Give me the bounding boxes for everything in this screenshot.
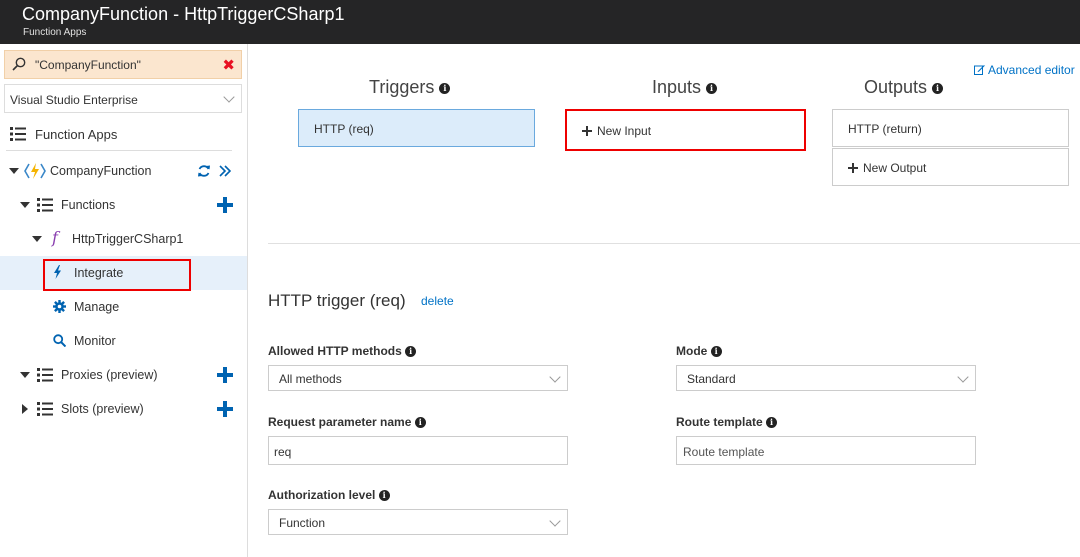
list-icon <box>37 368 53 382</box>
plus-icon <box>848 163 858 173</box>
expand-icon[interactable] <box>20 372 30 378</box>
chevron-down-icon <box>223 91 235 103</box>
tree-item-functions[interactable]: Functions <box>0 188 247 222</box>
chevron-down-icon <box>549 515 561 527</box>
info-icon[interactable]: i <box>378 490 390 502</box>
trigger-item-label: HTTP (req) <box>314 122 374 136</box>
info-icon[interactable]: i <box>710 346 722 358</box>
info-icon[interactable]: i <box>414 417 426 429</box>
mode-label-text: Mode <box>676 344 708 358</box>
add-function-icon[interactable] <box>217 197 233 213</box>
page-subtitle: Function Apps <box>23 27 87 38</box>
function-apps-label: Function Apps <box>35 127 118 142</box>
auth-select[interactable]: Function <box>268 509 568 535</box>
info-icon[interactable]: i <box>932 82 944 94</box>
delete-link[interactable]: delete <box>421 294 454 308</box>
gear-icon <box>53 300 66 313</box>
param-value: req <box>274 445 292 459</box>
route-label: Route template i <box>676 415 778 429</box>
methods-label: Allowed HTTP methods i <box>268 344 417 358</box>
advanced-editor-link[interactable]: Advanced editor <box>974 63 1075 77</box>
outputs-heading-text: Outputs <box>864 77 928 97</box>
triggers-heading: Triggers i <box>369 77 451 98</box>
function-f-icon: f <box>52 228 58 247</box>
expand-icon[interactable] <box>9 168 19 174</box>
edit-icon <box>974 65 985 75</box>
search-filter-box[interactable]: "CompanyFunction" ✖ <box>4 50 242 79</box>
integrate-highlight-box <box>43 259 191 291</box>
section-divider <box>268 243 1080 244</box>
mode-select[interactable]: Standard <box>676 365 976 391</box>
page-title: CompanyFunction - HttpTriggerCSharp1 <box>22 4 345 24</box>
proxies-label: Proxies (preview) <box>61 368 158 382</box>
list-icon <box>37 198 53 212</box>
auth-label: Authorization level i <box>268 488 390 502</box>
triggers-heading-text: Triggers <box>369 77 435 97</box>
output-item-label: HTTP (return) <box>848 122 922 136</box>
new-output-button[interactable]: New Output <box>832 148 1069 186</box>
info-icon[interactable]: i <box>405 346 417 358</box>
info-icon[interactable]: i <box>439 82 451 94</box>
expand-icon[interactable] <box>32 236 42 242</box>
magnifier-icon <box>53 334 66 347</box>
info-icon[interactable]: i <box>706 82 718 94</box>
route-placeholder: Route template <box>683 445 765 459</box>
function-app-icon <box>24 163 46 179</box>
new-output-label: New Output <box>863 161 927 175</box>
search-icon <box>12 57 26 71</box>
monitor-label: Monitor <box>74 334 116 348</box>
param-input[interactable]: req <box>268 436 568 465</box>
expand-icon[interactable] <box>20 202 30 208</box>
section-title: HTTP trigger (req) <box>268 291 406 310</box>
inputs-heading: Inputs i <box>652 77 718 98</box>
route-label-text: Route template <box>676 415 763 429</box>
tree-item-slots[interactable]: Slots (preview) <box>0 392 247 426</box>
route-input[interactable]: Route template <box>676 436 976 465</box>
tree-item-monitor[interactable]: Monitor <box>0 324 247 358</box>
inputs-heading-text: Inputs <box>652 77 702 97</box>
divider <box>6 150 232 151</box>
new-output-content: New Output <box>848 161 926 175</box>
collapse-icon[interactable] <box>22 404 28 414</box>
trigger-http-req[interactable]: HTTP (req) <box>298 109 535 147</box>
refresh-icon[interactable] <box>197 164 211 178</box>
add-proxy-icon[interactable] <box>217 367 233 383</box>
manage-label: Manage <box>74 300 120 314</box>
param-label: Request parameter name i <box>268 415 426 429</box>
methods-value: All methods <box>279 372 342 386</box>
functions-label: Functions <box>61 198 116 212</box>
tree-item-manage[interactable]: Manage <box>0 290 247 324</box>
double-chevron-right-icon[interactable] <box>219 165 231 177</box>
output-http-return[interactable]: HTTP (return) <box>832 109 1069 147</box>
search-input[interactable]: "CompanyFunction" <box>35 58 141 72</box>
sidebar: "CompanyFunction" ✖ Visual Studio Enterp… <box>0 44 248 557</box>
app-name-label: CompanyFunction <box>50 164 152 178</box>
main-panel: Advanced editor Triggers i Inputs i Outp… <box>248 44 1080 557</box>
auth-value: Function <box>279 516 326 530</box>
slots-label: Slots (preview) <box>61 402 144 416</box>
chevron-down-icon <box>957 371 969 383</box>
methods-select[interactable]: All methods <box>268 365 568 391</box>
tree-item-company-function[interactable]: CompanyFunction <box>0 154 247 188</box>
info-icon[interactable]: i <box>766 417 778 429</box>
methods-label-text: Allowed HTTP methods <box>268 344 402 358</box>
auth-label-text: Authorization level <box>268 488 376 502</box>
top-header: CompanyFunction - HttpTriggerCSharp1 Fun… <box>0 0 1080 44</box>
outputs-heading: Outputs i <box>864 77 944 98</box>
mode-value: Standard <box>687 372 736 386</box>
subscription-value: Visual Studio Enterprise <box>10 93 138 107</box>
tree-item-function[interactable]: f HttpTriggerCSharp1 <box>0 222 247 256</box>
param-label-text: Request parameter name <box>268 415 412 429</box>
add-slot-icon[interactable] <box>217 401 233 417</box>
tree-item-proxies[interactable]: Proxies (preview) <box>0 358 247 392</box>
list-icon <box>37 402 53 416</box>
chevron-down-icon <box>549 371 561 383</box>
function-name-label: HttpTriggerCSharp1 <box>72 232 184 246</box>
clear-search-icon[interactable]: ✖ <box>222 56 235 74</box>
new-input-highlight-box <box>565 109 806 151</box>
mode-label: Mode i <box>676 344 722 358</box>
subscription-select[interactable]: Visual Studio Enterprise <box>4 84 242 113</box>
advanced-editor-label: Advanced editor <box>988 63 1075 77</box>
list-icon <box>10 127 26 141</box>
